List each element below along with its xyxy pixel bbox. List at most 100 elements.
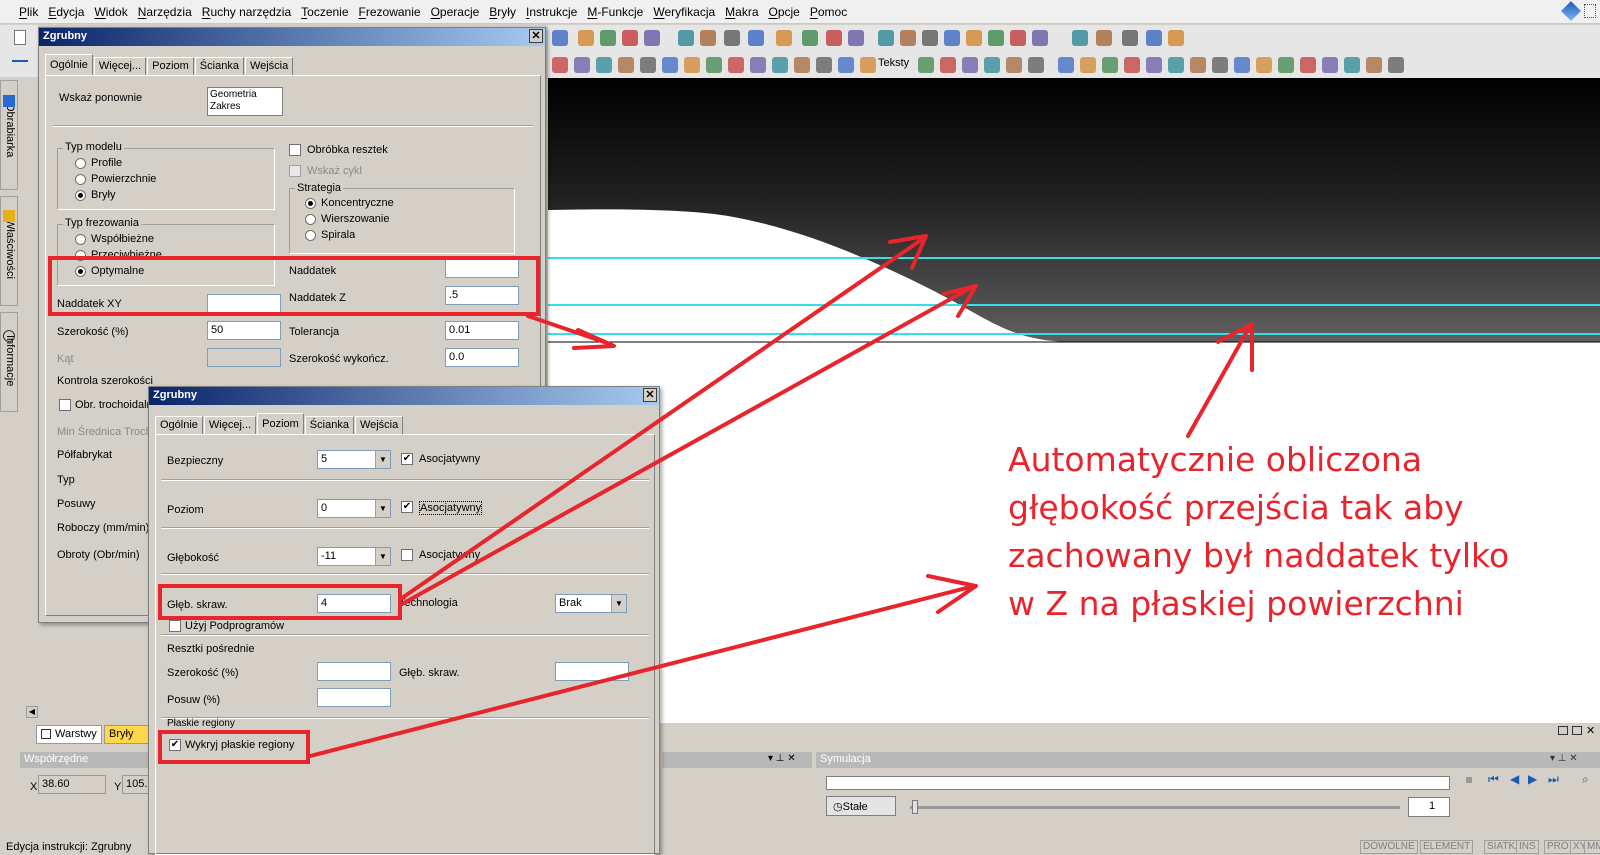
toolbar-tool-icon[interactable] [826, 30, 842, 46]
toolbar-tool-icon[interactable] [940, 57, 956, 73]
menu-item[interactable]: Narzędzia [133, 5, 197, 19]
chevron-down-icon[interactable]: ▼ [375, 500, 390, 517]
technologia-select[interactable]: Brak ▼ [555, 594, 627, 613]
status-mode[interactable]: DOWOLNE [1360, 840, 1418, 854]
toolbar-tool-icon[interactable] [1010, 30, 1026, 46]
menu-item[interactable]: Makra [720, 5, 763, 19]
tab-1[interactable]: Więcej... [93, 57, 147, 75]
line-tool-icon[interactable] [12, 60, 28, 62]
toolbar-tool-icon[interactable] [748, 30, 764, 46]
status-mode[interactable]: MM [1584, 840, 1600, 854]
toolbar-tool-icon[interactable] [900, 30, 916, 46]
toolbar-tool-icon[interactable] [1256, 57, 1272, 73]
toolbar-tool-icon[interactable] [988, 30, 1004, 46]
close-icon[interactable]: ✕ [529, 29, 543, 43]
sim-last-icon[interactable]: ⏭ [1548, 772, 1559, 787]
tab-0[interactable]: Ogólnie [155, 416, 203, 434]
side-tab-informacje[interactable]: Informacje [0, 312, 18, 412]
toolbar-tool-icon[interactable] [1122, 30, 1138, 46]
toolbar-tool-icon[interactable] [1146, 30, 1162, 46]
toolbar-tool-icon[interactable] [776, 30, 792, 46]
toolbar-tool-icon[interactable] [802, 30, 818, 46]
toolbar-tool-icon[interactable] [1190, 57, 1206, 73]
radio-button[interactable] [305, 230, 316, 241]
toolbar-tool-icon[interactable] [644, 30, 660, 46]
toolbar-tool-icon[interactable] [1300, 57, 1316, 73]
chevron-down-icon[interactable]: ▼ [375, 548, 390, 565]
toolbar-tool-icon[interactable] [1058, 57, 1074, 73]
szer-wykoncz-input[interactable]: 0.0 [445, 348, 519, 367]
toolbar-tool-icon[interactable] [962, 57, 978, 73]
toolbar-tool-icon[interactable] [1028, 57, 1044, 73]
toolbar-tool-icon[interactable] [984, 57, 1000, 73]
toolbar-tool-icon[interactable] [684, 57, 700, 73]
toolbar-tool-icon[interactable] [1080, 57, 1096, 73]
toolbar-tool-icon[interactable] [574, 57, 590, 73]
radio-button[interactable] [305, 198, 316, 209]
wskaz-cykl-checkbox[interactable] [289, 165, 301, 177]
toolbar-tool-icon[interactable] [1006, 57, 1022, 73]
toolbar-tool-icon[interactable] [1388, 57, 1404, 73]
toolbar-tool-icon[interactable] [622, 30, 638, 46]
toolbar-tool-icon[interactable] [1212, 57, 1228, 73]
sim-next-icon[interactable]: ▶ [1528, 772, 1537, 786]
menu-item[interactable]: Operacje [426, 5, 485, 19]
menu-item[interactable]: M-Funkcje [582, 5, 648, 19]
radio-button[interactable] [75, 158, 86, 169]
toolbar-tool-icon[interactable] [728, 57, 744, 73]
obr-trochoidalna-checkbox[interactable] [59, 399, 71, 411]
chevron-down-icon[interactable]: ▼ [375, 451, 390, 468]
tolerancja-input[interactable]: 0.01 [445, 321, 519, 340]
toolbar-tool-icon[interactable] [922, 30, 938, 46]
view-restore-icon[interactable] [1558, 726, 1568, 735]
glebokosc-select[interactable]: -11 ▼ [317, 547, 391, 566]
glebskraw2-input[interactable] [555, 662, 629, 681]
radio-button[interactable] [75, 174, 86, 185]
menu-item[interactable]: Pomoc [805, 5, 852, 19]
tab-2[interactable]: Poziom [257, 413, 304, 434]
list-item[interactable]: Zakres [210, 101, 280, 113]
poziom-select[interactable]: 0 ▼ [317, 499, 391, 518]
uzyj-podprogramow-checkbox[interactable] [169, 620, 181, 632]
scroll-left-arrow[interactable]: ◀ [26, 706, 38, 718]
toolbar-tool-icon[interactable] [848, 30, 864, 46]
toolbar-tool-icon[interactable] [600, 30, 616, 46]
toolbar-tool-icon[interactable] [706, 57, 722, 73]
toolbar-tool-icon[interactable] [662, 57, 678, 73]
menu-item[interactable]: Opcje [764, 5, 805, 19]
sim-search-icon[interactable]: ⌕ [1582, 772, 1589, 787]
tab-bryly[interactable]: Bryły [104, 725, 150, 744]
toolbar-tool-icon[interactable] [1146, 57, 1162, 73]
chevron-down-icon[interactable]: ▼ [611, 595, 626, 612]
toolbar-tool-icon[interactable] [578, 30, 594, 46]
speed-spinner[interactable]: 1 [1408, 797, 1450, 817]
toolbar-tool-icon[interactable] [678, 30, 694, 46]
middle-panel-pin-icon[interactable]: ▾ ⊥ ✕ [768, 753, 796, 764]
toolbar-tool-icon[interactable] [1032, 30, 1048, 46]
toolbar-tool-icon[interactable] [816, 57, 832, 73]
toolbar-tool-icon[interactable] [1322, 57, 1338, 73]
menu-item[interactable]: Widok [89, 5, 132, 19]
szerokosc2-input[interactable] [317, 662, 391, 681]
menu-item[interactable]: Ruchy narzędzia [197, 5, 296, 19]
toolbar-tool-icon[interactable] [596, 57, 612, 73]
menu-item[interactable]: Frezowanie [354, 5, 426, 19]
toolbar-tool-icon[interactable] [552, 57, 568, 73]
toolbar-tool-icon[interactable] [1096, 30, 1112, 46]
toolbar-tool-icon[interactable] [1344, 57, 1360, 73]
menu-item[interactable]: Edycja [43, 5, 89, 19]
simulation-progress-bar[interactable] [826, 776, 1450, 790]
toolbar-tool-icon[interactable] [1072, 30, 1088, 46]
symulacja-pin-icon[interactable]: ▾ ⊥ ✕ [1550, 753, 1578, 764]
teksty-label[interactable]: Teksty [878, 57, 909, 69]
status-mode[interactable]: ELEMENT [1420, 840, 1474, 854]
toolbar-tool-icon[interactable] [878, 30, 894, 46]
toolbar-tool-icon[interactable] [1168, 57, 1184, 73]
toolbar-tool-icon[interactable] [918, 57, 934, 73]
toolbar-tool-icon[interactable] [1366, 57, 1382, 73]
sim-stop-icon[interactable] [1466, 777, 1472, 783]
toolbar-tool-icon[interactable] [724, 30, 740, 46]
status-mode[interactable]: INS [1516, 840, 1539, 854]
asocjatywny-checkbox[interactable]: ✔ [401, 501, 413, 513]
toolbar-tool-icon[interactable] [618, 57, 634, 73]
